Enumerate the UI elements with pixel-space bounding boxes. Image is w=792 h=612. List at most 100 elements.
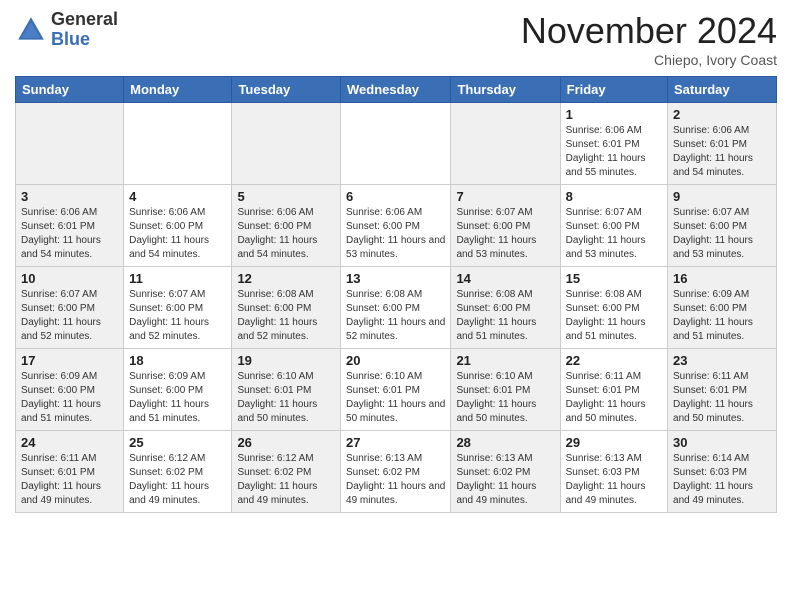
calendar-cell-1-4 (341, 103, 451, 185)
day-info: Sunrise: 6:13 AM Sunset: 6:02 PM Dayligh… (346, 452, 445, 508)
day-info: Sunrise: 6:07 AM Sunset: 6:00 PM Dayligh… (21, 288, 118, 344)
day-info: Sunrise: 6:10 AM Sunset: 6:01 PM Dayligh… (456, 370, 554, 426)
day-number: 30 (673, 435, 771, 450)
page: General Blue November 2024 Chiepo, Ivory… (0, 0, 792, 523)
calendar-cell-2-4: 6 Sunrise: 6:06 AM Sunset: 6:00 PM Daylig… (341, 185, 451, 267)
day-number: 24 (21, 435, 118, 450)
calendar-cell-4-1: 17 Sunrise: 6:09 AM Sunset: 6:00 PM Dayli… (16, 349, 124, 431)
month-title: November 2024 (521, 10, 777, 52)
calendar-cell-2-1: 3Sunrise: 6:06 AM Sunset: 6:01 PM Daylig… (16, 185, 124, 267)
day-number: 4 (129, 189, 226, 204)
day-info: Sunrise: 6:08 AM Sunset: 6:00 PM Dayligh… (237, 288, 335, 344)
day-number: 15 (566, 271, 662, 286)
day-number: 11 (129, 271, 226, 286)
calendar-table: SundayMondayTuesdayWednesdayThursdayFrid… (15, 76, 777, 513)
calendar-cell-1-5 (451, 103, 560, 185)
calendar-week-3: 10 Sunrise: 6:07 AM Sunset: 6:00 PM Dayli… (16, 267, 777, 349)
day-number: 14 (456, 271, 554, 286)
day-info: Sunrise: 6:12 AM Sunset: 6:02 PM Dayligh… (237, 452, 335, 508)
day-number: 21 (456, 353, 554, 368)
logo: General Blue (15, 10, 118, 50)
day-info: Sunrise: 6:09 AM Sunset: 6:00 PM Dayligh… (129, 370, 226, 426)
calendar-cell-2-5: 7 Sunrise: 6:07 AM Sunset: 6:00 PM Daylig… (451, 185, 560, 267)
calendar-header-saturday: Saturday (668, 77, 777, 103)
day-number: 13 (346, 271, 445, 286)
day-info: Sunrise: 6:09 AM Sunset: 6:00 PM Dayligh… (673, 288, 771, 344)
calendar-cell-1-2 (124, 103, 232, 185)
day-info: Sunrise: 6:06 AM Sunset: 6:00 PM Dayligh… (346, 206, 445, 262)
day-info: Sunrise: 6:06 AM Sunset: 6:00 PM Dayligh… (129, 206, 226, 262)
day-info: Sunrise: 6:11 AM Sunset: 6:01 PM Dayligh… (673, 370, 771, 426)
day-number: 6 (346, 189, 445, 204)
calendar-header-sunday: Sunday (16, 77, 124, 103)
day-info: Sunrise: 6:06 AM Sunset: 6:01 PM Dayligh… (566, 124, 662, 180)
calendar-cell-2-3: 5Sunrise: 6:06 AM Sunset: 6:00 PM Daylig… (232, 185, 341, 267)
calendar-cell-3-3: 12 Sunrise: 6:08 AM Sunset: 6:00 PM Dayli… (232, 267, 341, 349)
day-number: 20 (346, 353, 445, 368)
calendar-header-thursday: Thursday (451, 77, 560, 103)
day-info: Sunrise: 6:12 AM Sunset: 6:02 PM Dayligh… (129, 452, 226, 508)
calendar-header-row: SundayMondayTuesdayWednesdayThursdayFrid… (16, 77, 777, 103)
calendar-week-2: 3Sunrise: 6:06 AM Sunset: 6:01 PM Daylig… (16, 185, 777, 267)
day-info: Sunrise: 6:07 AM Sunset: 6:00 PM Dayligh… (456, 206, 554, 262)
day-number: 22 (566, 353, 662, 368)
calendar-week-1: 1 Sunrise: 6:06 AM Sunset: 6:01 PM Daylig… (16, 103, 777, 185)
day-number: 7 (456, 189, 554, 204)
calendar-cell-5-2: 25 Sunrise: 6:12 AM Sunset: 6:02 PM Dayli… (124, 431, 232, 513)
calendar-cell-1-1 (16, 103, 124, 185)
logo-text: General Blue (51, 10, 118, 50)
day-info: Sunrise: 6:06 AM Sunset: 6:01 PM Dayligh… (21, 206, 118, 262)
day-number: 9 (673, 189, 771, 204)
day-info: Sunrise: 6:08 AM Sunset: 6:00 PM Dayligh… (456, 288, 554, 344)
calendar-cell-3-6: 15Sunrise: 6:08 AM Sunset: 6:00 PM Dayli… (560, 267, 667, 349)
day-number: 18 (129, 353, 226, 368)
calendar-cell-3-2: 11 Sunrise: 6:07 AM Sunset: 6:00 PM Dayli… (124, 267, 232, 349)
calendar-cell-1-6: 1 Sunrise: 6:06 AM Sunset: 6:01 PM Daylig… (560, 103, 667, 185)
calendar-week-4: 17 Sunrise: 6:09 AM Sunset: 6:00 PM Dayli… (16, 349, 777, 431)
calendar-cell-1-3 (232, 103, 341, 185)
calendar-week-5: 24 Sunrise: 6:11 AM Sunset: 6:01 PM Dayli… (16, 431, 777, 513)
calendar-cell-5-5: 28Sunrise: 6:13 AM Sunset: 6:02 PM Dayli… (451, 431, 560, 513)
day-number: 8 (566, 189, 662, 204)
day-number: 2 (673, 107, 771, 122)
calendar-cell-5-4: 27 Sunrise: 6:13 AM Sunset: 6:02 PM Dayli… (341, 431, 451, 513)
calendar-cell-4-2: 18 Sunrise: 6:09 AM Sunset: 6:00 PM Dayli… (124, 349, 232, 431)
calendar-cell-2-2: 4 Sunrise: 6:06 AM Sunset: 6:00 PM Daylig… (124, 185, 232, 267)
header: General Blue November 2024 Chiepo, Ivory… (15, 10, 777, 68)
day-info: Sunrise: 6:09 AM Sunset: 6:00 PM Dayligh… (21, 370, 118, 426)
day-number: 1 (566, 107, 662, 122)
day-info: Sunrise: 6:07 AM Sunset: 6:00 PM Dayligh… (129, 288, 226, 344)
day-info: Sunrise: 6:13 AM Sunset: 6:03 PM Dayligh… (566, 452, 662, 508)
calendar-cell-1-7: 2 Sunrise: 6:06 AM Sunset: 6:01 PM Daylig… (668, 103, 777, 185)
calendar-header-wednesday: Wednesday (341, 77, 451, 103)
logo-icon (15, 14, 47, 46)
day-info: Sunrise: 6:14 AM Sunset: 6:03 PM Dayligh… (673, 452, 771, 508)
day-info: Sunrise: 6:11 AM Sunset: 6:01 PM Dayligh… (21, 452, 118, 508)
calendar-cell-3-1: 10 Sunrise: 6:07 AM Sunset: 6:00 PM Dayli… (16, 267, 124, 349)
day-info: Sunrise: 6:07 AM Sunset: 6:00 PM Dayligh… (566, 206, 662, 262)
day-info: Sunrise: 6:10 AM Sunset: 6:01 PM Dayligh… (346, 370, 445, 426)
day-number: 17 (21, 353, 118, 368)
calendar-header-monday: Monday (124, 77, 232, 103)
day-number: 26 (237, 435, 335, 450)
day-number: 27 (346, 435, 445, 450)
day-info: Sunrise: 6:11 AM Sunset: 6:01 PM Dayligh… (566, 370, 662, 426)
calendar-cell-4-7: 23Sunrise: 6:11 AM Sunset: 6:01 PM Dayli… (668, 349, 777, 431)
calendar-cell-5-3: 26 Sunrise: 6:12 AM Sunset: 6:02 PM Dayli… (232, 431, 341, 513)
calendar-cell-4-3: 19Sunrise: 6:10 AM Sunset: 6:01 PM Dayli… (232, 349, 341, 431)
calendar-cell-4-6: 22 Sunrise: 6:11 AM Sunset: 6:01 PM Dayli… (560, 349, 667, 431)
calendar-cell-5-1: 24 Sunrise: 6:11 AM Sunset: 6:01 PM Dayli… (16, 431, 124, 513)
day-info: Sunrise: 6:10 AM Sunset: 6:01 PM Dayligh… (237, 370, 335, 426)
calendar-cell-3-5: 14 Sunrise: 6:08 AM Sunset: 6:00 PM Dayli… (451, 267, 560, 349)
calendar-cell-5-6: 29 Sunrise: 6:13 AM Sunset: 6:03 PM Dayli… (560, 431, 667, 513)
calendar-header-friday: Friday (560, 77, 667, 103)
day-number: 12 (237, 271, 335, 286)
day-info: Sunrise: 6:06 AM Sunset: 6:00 PM Dayligh… (237, 206, 335, 262)
day-number: 10 (21, 271, 118, 286)
day-number: 29 (566, 435, 662, 450)
day-number: 25 (129, 435, 226, 450)
day-number: 16 (673, 271, 771, 286)
day-info: Sunrise: 6:06 AM Sunset: 6:01 PM Dayligh… (673, 124, 771, 180)
title-block: November 2024 Chiepo, Ivory Coast (521, 10, 777, 68)
day-info: Sunrise: 6:13 AM Sunset: 6:02 PM Dayligh… (456, 452, 554, 508)
